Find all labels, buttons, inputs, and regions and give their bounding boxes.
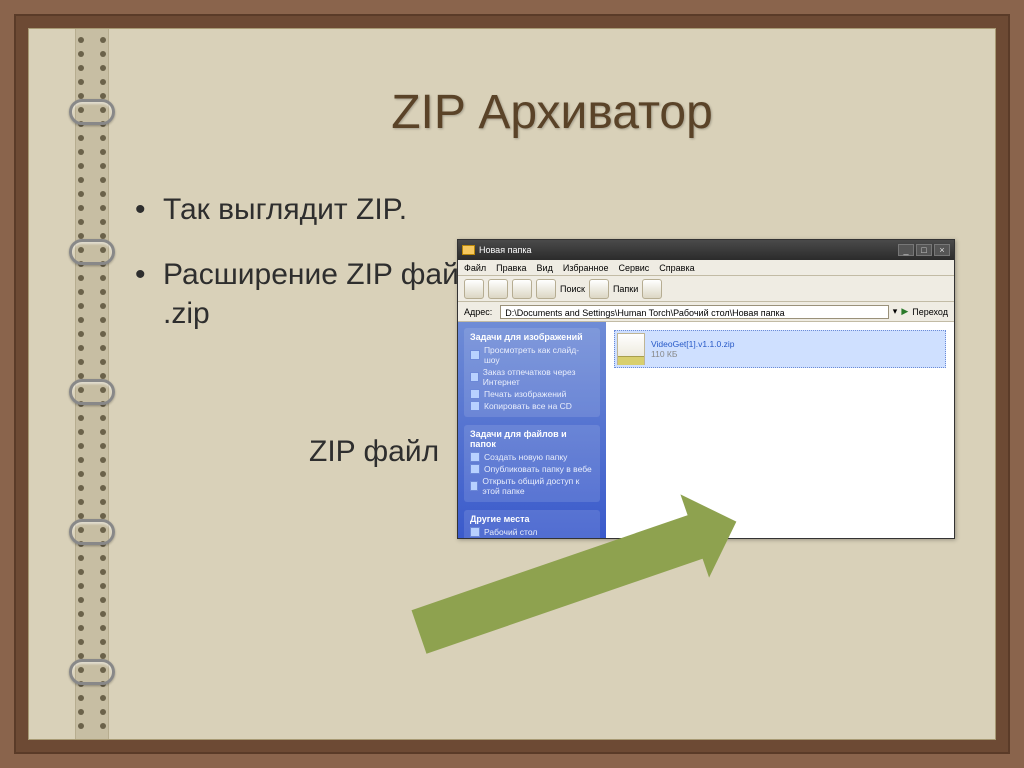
toolbar-label-search: Поиск — [560, 284, 585, 294]
task-icon — [470, 389, 480, 399]
file-pane[interactable]: VideoGet[1].v1.1.0.zip 110 КБ — [606, 322, 954, 538]
menu-item[interactable]: Вид — [537, 263, 553, 273]
task-label: Создать новую папку — [484, 452, 567, 462]
menu-item[interactable]: Избранное — [563, 263, 609, 273]
task-label: Копировать все на CD — [484, 401, 572, 411]
task-label: Заказ отпечатков через Интернет — [483, 367, 594, 387]
slide-title: ZIP Архиватор — [129, 85, 975, 140]
close-button[interactable]: × — [934, 244, 950, 256]
slide-paper: ZIP Архиватор Так выглядит ZIP. Расширен… — [28, 28, 996, 740]
toolbar-label-folders: Папки — [613, 284, 638, 294]
address-input[interactable]: D:\Documents and Settings\Human Torch\Ра… — [500, 305, 889, 319]
task-icon — [470, 464, 480, 474]
window-titlebar: Новая папка _ □ × — [458, 240, 954, 260]
menu-item[interactable]: Правка — [496, 263, 526, 273]
outer-frame: ZIP Архиватор Так выглядит ZIP. Расширен… — [14, 14, 1010, 754]
notebook-ring — [69, 519, 115, 545]
task-label: Печать изображений — [484, 389, 566, 399]
go-label[interactable]: Переход — [912, 307, 948, 317]
sidebar-task-item[interactable]: Заказ отпечатков через Интернет — [470, 367, 594, 387]
views-button[interactable] — [642, 279, 662, 299]
sidebar-task-item[interactable]: Опубликовать папку в вебе — [470, 464, 594, 474]
zip-file-item[interactable]: VideoGet[1].v1.1.0.zip 110 КБ — [614, 330, 946, 368]
task-label: Опубликовать папку в вебе — [484, 464, 592, 474]
toolbar: Поиск Папки — [458, 276, 954, 302]
search-button[interactable] — [536, 279, 556, 299]
task-label: Рабочий стол — [484, 527, 537, 537]
window-title: Новая папка — [479, 245, 531, 255]
file-size: 110 КБ — [651, 349, 734, 359]
address-bar: Адрес: D:\Documents and Settings\Human T… — [458, 302, 954, 322]
back-button[interactable] — [464, 279, 484, 299]
sidebar-panel-title: Задачи для файлов и папок — [470, 429, 594, 449]
sidebar-task-item[interactable]: Копировать все на CD — [470, 401, 594, 411]
minimize-button[interactable]: _ — [898, 244, 914, 256]
sidebar-panel-title: Другие места — [470, 514, 594, 524]
address-label: Адрес: — [464, 307, 492, 317]
up-button[interactable] — [512, 279, 532, 299]
zip-icon — [617, 333, 645, 365]
go-button[interactable]: ▶ — [901, 306, 908, 317]
notebook-ring — [69, 659, 115, 685]
sidebar-task-item[interactable]: Создать новую папку — [470, 452, 594, 462]
task-icon — [470, 452, 480, 462]
notebook-ring — [69, 239, 115, 265]
folder-icon — [462, 245, 475, 255]
task-icon — [470, 372, 479, 382]
window-buttons: _ □ × — [898, 244, 950, 256]
task-label: Открыть общий доступ к этой папке — [482, 476, 594, 496]
notebook-ring — [69, 379, 115, 405]
folders-button[interactable] — [589, 279, 609, 299]
dropdown-icon[interactable]: ▾ — [893, 306, 898, 317]
menu-item[interactable]: Сервис — [618, 263, 649, 273]
bullet-item: Так выглядит ZIP. — [129, 190, 549, 229]
sidebar-panel: Задачи для файлов и папок Создать новую п… — [464, 425, 600, 502]
forward-button[interactable] — [488, 279, 508, 299]
sidebar-panel-title: Задачи для изображений — [470, 332, 594, 342]
tasks-sidebar: Задачи для изображений Просмотреть как сл… — [458, 322, 606, 538]
file-name: VideoGet[1].v1.1.0.zip — [651, 339, 734, 349]
task-label: Просмотреть как слайд-шоу — [484, 345, 594, 365]
maximize-button[interactable]: □ — [916, 244, 932, 256]
zip-file-caption: ZIP файл — [309, 435, 439, 469]
sidebar-task-item[interactable]: Открыть общий доступ к этой папке — [470, 476, 594, 496]
sidebar-task-item[interactable]: Рабочий стол — [470, 527, 594, 537]
notebook-ring — [69, 99, 115, 125]
sidebar-panel: Задачи для изображений Просмотреть как сл… — [464, 328, 600, 417]
sidebar-task-item[interactable]: Просмотреть как слайд-шоу — [470, 345, 594, 365]
slide-content: ZIP Архиватор Так выглядит ZIP. Расширен… — [129, 49, 975, 719]
task-icon — [470, 527, 480, 537]
menu-item[interactable]: Файл — [464, 263, 486, 273]
task-icon — [470, 481, 478, 491]
menubar: Файл Правка Вид Избранное Сервис Справка — [458, 260, 954, 276]
sidebar-task-item[interactable]: Печать изображений — [470, 389, 594, 399]
task-icon — [470, 350, 480, 360]
task-icon — [470, 401, 480, 411]
sidebar-panel: Другие местаРабочий столРисунки (общие)М… — [464, 510, 600, 538]
menu-item[interactable]: Справка — [659, 263, 694, 273]
